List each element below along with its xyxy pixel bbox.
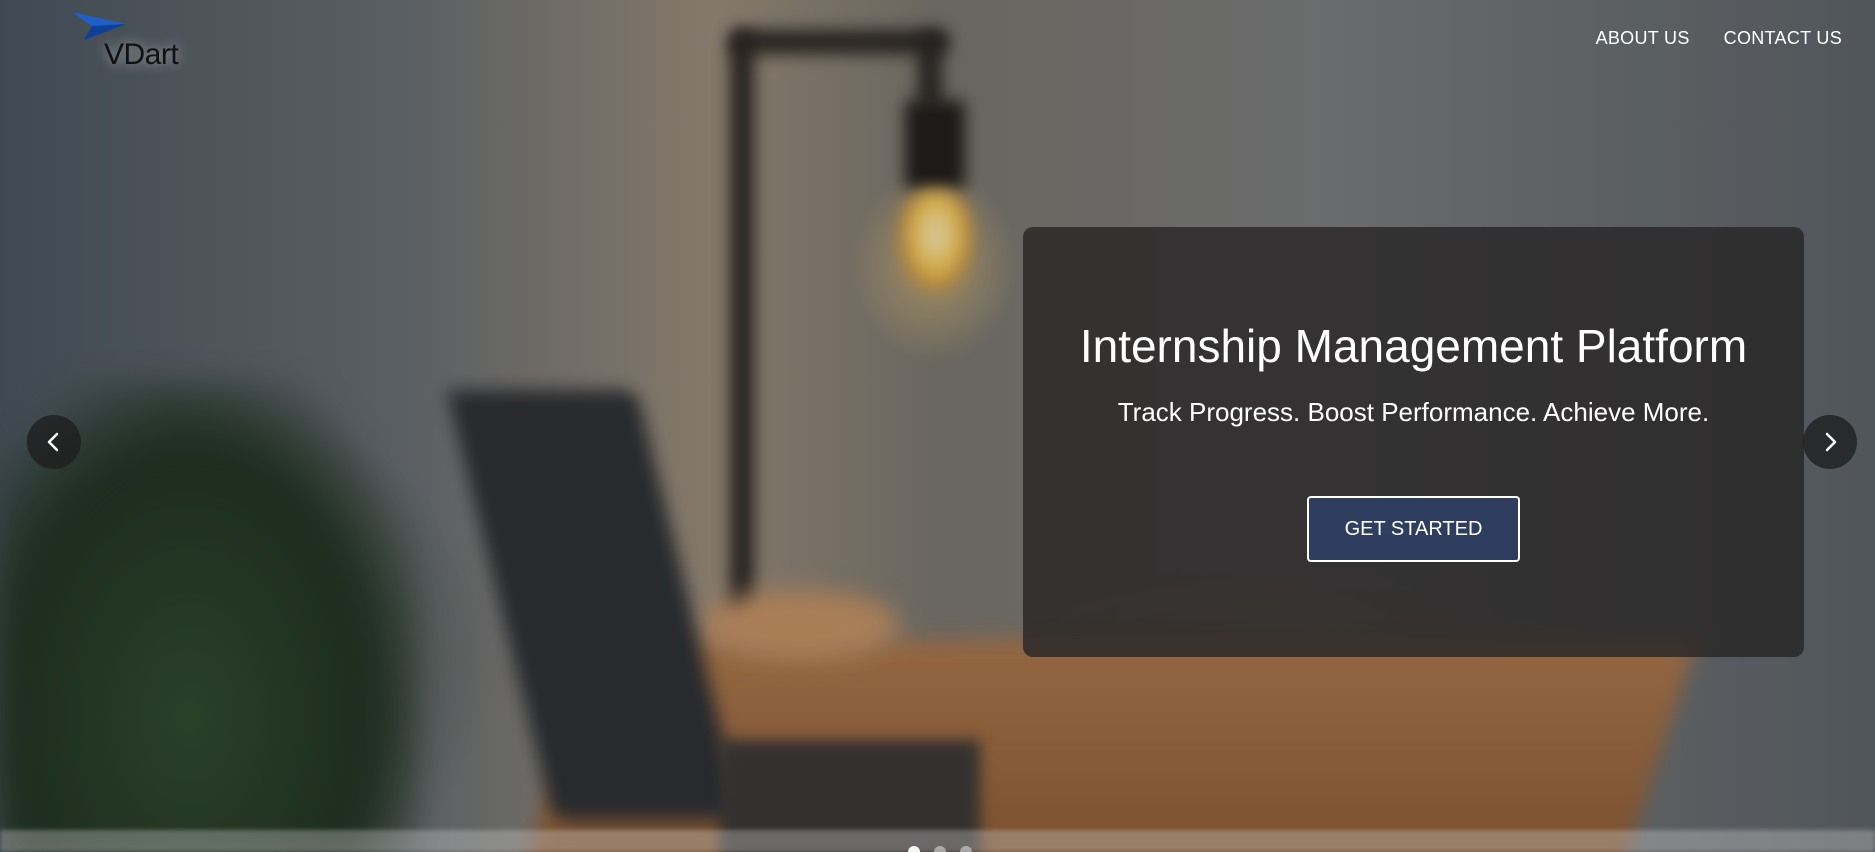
carousel-prev-button[interactable] — [27, 415, 81, 469]
hero-title: Internship Management Platform — [1079, 320, 1748, 372]
hero-card: Internship Management Platform Track Pro… — [1023, 227, 1804, 657]
brand-name: VDart — [104, 38, 179, 71]
carousel-next-button[interactable] — [1803, 415, 1857, 469]
hero-subtitle: Track Progress. Boost Performance. Achie… — [1117, 397, 1710, 427]
top-nav: ABOUT US CONTACT US — [1596, 28, 1842, 49]
carousel-indicators — [908, 846, 972, 852]
brand-logo[interactable]: VDart — [70, 10, 200, 80]
get-started-button[interactable]: GET STARTED — [1307, 496, 1520, 562]
carousel-indicator-1[interactable] — [908, 846, 920, 852]
nav-contact-us[interactable]: CONTACT US — [1724, 28, 1842, 49]
chevron-right-icon — [1825, 432, 1837, 452]
carousel-indicator-3[interactable] — [960, 846, 972, 852]
chevron-left-icon — [47, 432, 59, 452]
nav-about-us[interactable]: ABOUT US — [1596, 28, 1690, 49]
hero-carousel: VDart ABOUT US CONTACT US Internship Man… — [0, 0, 1875, 852]
carousel-indicator-2[interactable] — [934, 846, 946, 852]
